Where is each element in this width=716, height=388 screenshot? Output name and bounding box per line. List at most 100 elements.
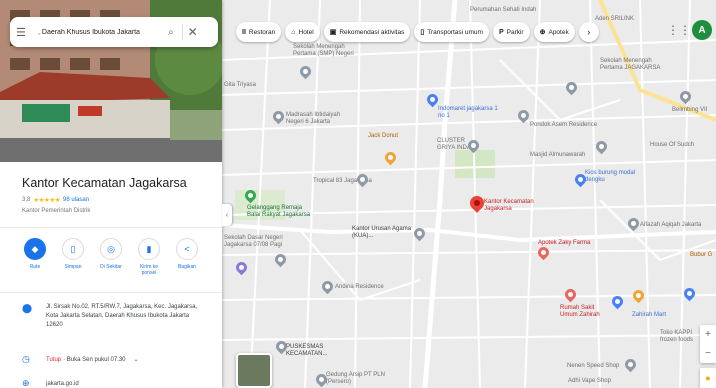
map-label-pondok[interactable]: Pondok Asem Residence bbox=[530, 122, 597, 129]
map-label-bintaro[interactable]: Belimbing VII bbox=[672, 107, 707, 114]
bookmark-icon: ▯ bbox=[62, 238, 84, 260]
apps-grid-icon[interactable]: ⋮⋮ bbox=[667, 23, 691, 37]
nearby-button[interactable]: ◎ Di Sekitar bbox=[98, 238, 124, 276]
map-label-sekolah-jagakarsa[interactable]: Sekolah Menengah Pertama JAGAKARSA bbox=[600, 58, 670, 72]
collapse-panel-button[interactable]: ‹ bbox=[222, 204, 232, 226]
address-row[interactable]: ⬤ Jl. Sirsak No.02, RT.5/RW.7, Jagakarsa… bbox=[22, 303, 206, 330]
search-input[interactable] bbox=[36, 27, 164, 37]
bed-icon: ⌂ bbox=[291, 28, 296, 36]
map-label-puskesmas[interactable]: PUSKESMAS KECAMATAN... bbox=[286, 344, 341, 358]
star-rating-icon: ★★★★★ bbox=[33, 197, 60, 204]
chips-next-button[interactable]: › bbox=[578, 22, 599, 42]
chip-label: Hotel bbox=[298, 28, 314, 36]
search-icon[interactable]: ⌕ bbox=[168, 27, 174, 38]
clock-icon: ◷ bbox=[22, 354, 30, 364]
map-label-gedung[interactable]: Gedung Arsip PT PLN (Persero) bbox=[326, 372, 386, 386]
directions-icon: ◆ bbox=[24, 238, 46, 260]
share-icon: < bbox=[176, 238, 198, 260]
chip-label: Rekomendasi aktivitas bbox=[339, 28, 405, 36]
chip-transportasi[interactable]: ▯ Transportasi umum bbox=[414, 22, 489, 42]
hours-row[interactable]: ◷ Tutup · Buka Sen pukul 07.30 ⌄ bbox=[22, 354, 139, 365]
map-label-kua[interactable]: Kantor Urusan Agama (KUA)... bbox=[352, 226, 422, 240]
action-label: Di Sekitar bbox=[100, 264, 122, 270]
map-label-sd[interactable]: Sekolah Dasar Negeri Jagakarsa 07/08 Pag… bbox=[224, 235, 294, 249]
send-to-phone-icon: ▮ bbox=[138, 238, 160, 260]
map-label-selected[interactable]: Kantor Kecamatan Jagakarsa bbox=[484, 199, 554, 213]
chip-label: Apotek bbox=[548, 28, 569, 36]
chevron-left-icon: ‹ bbox=[225, 211, 229, 219]
globe-icon: ⊕ bbox=[22, 378, 30, 388]
map-label-gita[interactable]: Gita Triyasa bbox=[224, 82, 264, 89]
map-label-alfazah[interactable]: Alfazah Aqiqah Jakarta bbox=[640, 222, 701, 229]
place-panel: ☰ ⌕ ✕ Kantor Kecamatan Jagakarsa 3,8 ★★★… bbox=[0, 0, 222, 388]
map-label-kios[interactable]: Kios burung modal dengku bbox=[585, 170, 645, 184]
zoom-controls: + − bbox=[700, 325, 716, 363]
map-label-bubur[interactable]: Bubur G bbox=[690, 252, 712, 259]
map-label-zahirah-mart[interactable]: Zahirah Mart bbox=[632, 312, 666, 319]
action-label: Bagikan bbox=[177, 264, 197, 270]
map-label-nenen[interactable]: Nenen Speed Shop bbox=[567, 363, 619, 370]
hamburger-menu-icon[interactable]: ☰ bbox=[16, 26, 30, 39]
action-label: Rute bbox=[29, 264, 41, 270]
map-label-apotek[interactable]: Apotek Zaky Farma bbox=[538, 240, 590, 247]
map-label-masjid[interactable]: Masjid Almunawarah bbox=[530, 152, 585, 159]
chip-label: Parkir bbox=[506, 28, 524, 36]
chip-rekomendasi[interactable]: ▣ Rekomendasi aktivitas bbox=[323, 22, 411, 42]
place-title: Kantor Kecamatan Jagakarsa bbox=[22, 176, 187, 190]
address-text: Jl. Sirsak No.02, RT.5/RW.7, Jagakarsa, … bbox=[46, 304, 198, 328]
action-label: Kirim ke ponsel bbox=[139, 264, 159, 276]
nearby-icon: ◎ bbox=[100, 238, 122, 260]
map-label-madrasah[interactable]: Madrasah Ibtidaiyah Negeri 6 Jakarta bbox=[286, 112, 346, 126]
close-icon[interactable]: ✕ bbox=[188, 25, 198, 39]
directions-button[interactable]: ◆ Rute bbox=[22, 238, 48, 276]
map-label-toko[interactable]: Toko KAPPI frozen foods bbox=[660, 330, 704, 344]
search-divider bbox=[181, 24, 183, 40]
category-chips: ΙΙ Restoran ⌂ Hotel ▣ Rekomendasi aktivitas… bbox=[236, 22, 599, 42]
place-category[interactable]: Kantor Pemerintah Distrik bbox=[22, 208, 90, 214]
rating-row: 3,8 ★★★★★ 98 ulasan bbox=[22, 196, 89, 204]
chip-hotel[interactable]: ⌂ Hotel bbox=[285, 22, 320, 42]
chevron-down-icon[interactable]: ⌄ bbox=[134, 356, 139, 363]
search-box: ☰ ⌕ ✕ bbox=[10, 17, 218, 47]
website-link[interactable]: jakarta.go.id bbox=[46, 381, 79, 387]
map-label-rumah-sakit[interactable]: Rumah Sakit Umum Zahirah bbox=[560, 305, 610, 319]
chip-label: Transportasi umum bbox=[427, 28, 483, 36]
map-label-jack[interactable]: Jack Donut bbox=[368, 133, 398, 140]
fork-knife-icon: ΙΙ bbox=[242, 28, 246, 36]
action-buttons: ◆ Rute ▯ Simpan ◎ Di Sekitar ▮ Kirim ke … bbox=[22, 238, 200, 276]
camera-icon: ▣ bbox=[329, 29, 337, 36]
map-label-smp[interactable]: Sekolah Menengah Pertama (SMP) Negeri bbox=[293, 44, 363, 58]
location-pin-icon: ⬤ bbox=[22, 303, 33, 313]
share-button[interactable]: < Bagikan bbox=[174, 238, 200, 276]
bus-icon: ▯ bbox=[420, 29, 425, 36]
street-view-pegman-icon[interactable]: ● bbox=[700, 368, 716, 388]
parking-icon: P bbox=[498, 28, 504, 36]
save-button[interactable]: ▯ Simpan bbox=[60, 238, 86, 276]
account-avatar[interactable]: A bbox=[692, 20, 712, 40]
chip-parkir[interactable]: P Parkir bbox=[492, 22, 530, 42]
rating-value: 3,8 bbox=[22, 197, 31, 203]
map-label-adhi[interactable]: Adhi Vape Shop bbox=[568, 378, 611, 385]
map-label-indomaret[interactable]: Indomaret jagakarsa 1 no 1 bbox=[438, 106, 498, 120]
map-label-aden[interactable]: Aden SRILINK bbox=[595, 16, 634, 23]
chip-label: Restoran bbox=[248, 28, 276, 36]
chip-restoran[interactable]: ΙΙ Restoran bbox=[236, 22, 282, 42]
place-photo[interactable]: ☰ ⌕ ✕ bbox=[0, 0, 222, 162]
hours-detail: · Buka Sen pukul 07.30 bbox=[63, 356, 126, 363]
action-label: Simpan bbox=[64, 264, 82, 270]
zoom-out-icon[interactable]: − bbox=[705, 348, 711, 359]
divider bbox=[0, 292, 222, 293]
layers-button[interactable] bbox=[236, 353, 272, 388]
hours-status: Tutup bbox=[46, 356, 62, 363]
chip-apotek[interactable]: ⊕ Apotek bbox=[533, 22, 575, 42]
pharmacy-icon: ⊕ bbox=[539, 29, 546, 36]
map-label-perumahan[interactable]: Perumahan Sehati Indah bbox=[470, 7, 536, 14]
zoom-in-icon[interactable]: + bbox=[705, 329, 711, 340]
chevron-right-icon: › bbox=[587, 27, 591, 37]
website-row[interactable]: ⊕ jakarta.go.id bbox=[22, 378, 79, 388]
map-label-house[interactable]: House Of Sudch bbox=[650, 142, 694, 149]
send-to-phone-button[interactable]: ▮ Kirim ke ponsel bbox=[136, 238, 162, 276]
map-label-andina[interactable]: Andina Residence bbox=[335, 284, 384, 291]
map-label-gelanggang[interactable]: Gelanggang Remaja Balai Rakyat Jagakarsa bbox=[247, 205, 317, 219]
reviews-link[interactable]: 98 ulasan bbox=[63, 197, 89, 203]
